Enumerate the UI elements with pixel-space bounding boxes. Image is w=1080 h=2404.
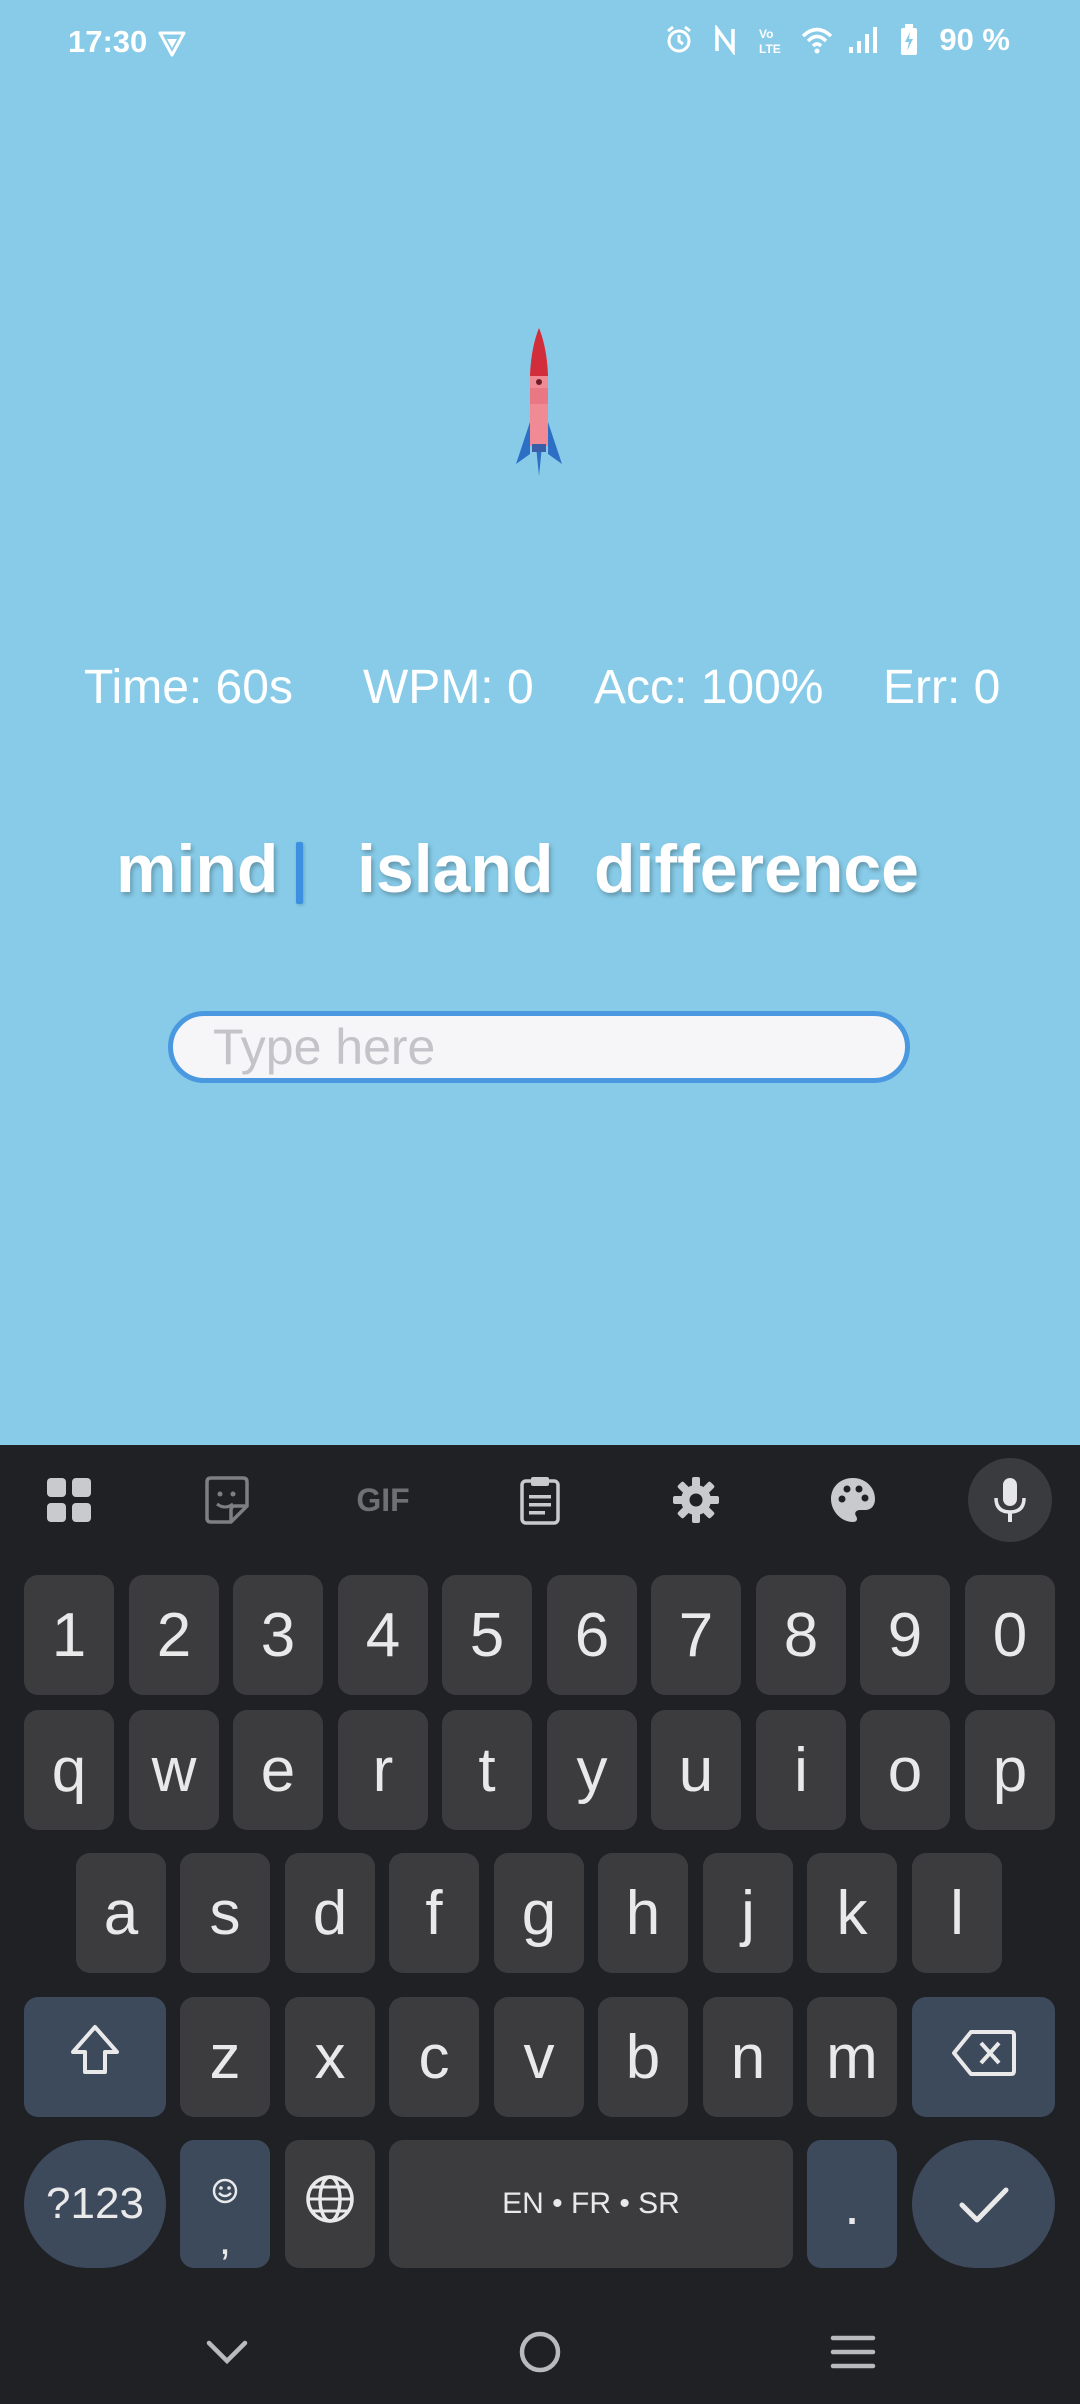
comma-label: , (218, 2214, 232, 2264)
backspace-key[interactable] (912, 1997, 1055, 2117)
key-h[interactable]: h (598, 1853, 688, 1973)
stats-bar: Time: 60s WPM: 0 Acc: 100% Err: 0 (0, 660, 1080, 720)
space-bar[interactable]: EN • FR • SR (389, 2140, 793, 2268)
next-word: island (357, 831, 554, 907)
sticker-icon[interactable] (192, 1465, 262, 1535)
key-p[interactable]: p (965, 1710, 1055, 1830)
key-0[interactable]: 0 (965, 1575, 1055, 1695)
svg-text:Vo: Vo (759, 27, 773, 41)
key-5[interactable]: 5 (442, 1575, 532, 1695)
key-9[interactable]: 9 (860, 1575, 950, 1695)
wpm-stat: WPM: 0 (363, 661, 534, 714)
key-x[interactable]: x (285, 1997, 375, 2117)
shift-arrow-icon (67, 2022, 123, 2093)
key-y[interactable]: y (547, 1710, 637, 1830)
home-circle-icon[interactable] (510, 2322, 570, 2382)
language-key[interactable] (285, 2140, 375, 2268)
key-g[interactable]: g (494, 1853, 584, 1973)
rocket-image (514, 326, 564, 486)
backspace-icon (951, 2022, 1017, 2093)
typing-input[interactable] (168, 1011, 910, 1083)
key-4[interactable]: 4 (338, 1575, 428, 1695)
alarm-icon (663, 23, 695, 57)
key-e[interactable]: e (233, 1710, 323, 1830)
vpn-shield-icon (157, 28, 187, 58)
target-words: mind island difference (0, 830, 1080, 910)
key-1[interactable]: 1 (24, 1575, 114, 1695)
key-t[interactable]: t (442, 1710, 532, 1830)
svg-text:LTE: LTE (759, 42, 781, 55)
nfc-icon (709, 23, 741, 57)
keyboard-toolbar: GIF (0, 1445, 1080, 1555)
enter-key[interactable] (912, 2140, 1055, 2268)
upcoming-word: difference (594, 831, 919, 907)
battery-charging-icon (893, 23, 925, 57)
key-r[interactable]: r (338, 1710, 428, 1830)
typing-game-screen: 17:30 Vo LTE 90 % Time: 60s WPM: 0 Acc: … (0, 0, 1080, 1445)
gif-label: GIF (356, 1481, 410, 1518)
current-word: mind (116, 831, 279, 907)
signal-icon (847, 23, 879, 57)
key-s[interactable]: s (180, 1853, 270, 1973)
apps-grid-icon[interactable] (34, 1465, 104, 1535)
key-c[interactable]: c (389, 1997, 479, 2117)
key-8[interactable]: 8 (756, 1575, 846, 1695)
gif-icon[interactable]: GIF (348, 1465, 418, 1535)
key-k[interactable]: k (807, 1853, 897, 1973)
status-bar: 17:30 Vo LTE 90 % (0, 0, 1080, 90)
key-z[interactable]: z (180, 1997, 270, 2117)
key-u[interactable]: u (651, 1710, 741, 1830)
key-v[interactable]: v (494, 1997, 584, 2117)
time-stat: Time: 60s (84, 661, 293, 714)
key-b[interactable]: b (598, 1997, 688, 2117)
key-f[interactable]: f (389, 1853, 479, 1973)
typing-cursor (296, 842, 303, 904)
mic-icon[interactable] (968, 1458, 1052, 1542)
accuracy-stat: Acc: 100% (594, 661, 824, 714)
on-screen-keyboard: GIF 1 2 3 4 5 6 7 8 9 0 q w e r t y u i … (0, 1445, 1080, 2404)
key-q[interactable]: q (24, 1710, 114, 1830)
key-d[interactable]: d (285, 1853, 375, 1973)
key-j[interactable]: j (703, 1853, 793, 1973)
key-m[interactable]: m (807, 1997, 897, 2117)
clipboard-icon[interactable] (505, 1465, 575, 1535)
settings-gear-icon[interactable] (661, 1465, 731, 1535)
period-key[interactable]: . (807, 2140, 897, 2268)
key-l[interactable]: l (912, 1853, 1002, 1973)
key-w[interactable]: w (129, 1710, 219, 1830)
palette-icon[interactable] (818, 1465, 888, 1535)
emoji-comma-key[interactable]: , (180, 2140, 270, 2268)
emoji-smile-icon (211, 2149, 239, 2220)
key-3[interactable]: 3 (233, 1575, 323, 1695)
wifi-icon (801, 23, 833, 57)
battery-percentage: 90 % (939, 22, 1010, 57)
globe-icon (304, 2169, 356, 2240)
status-time: 17:30 (68, 24, 148, 59)
key-7[interactable]: 7 (651, 1575, 741, 1695)
key-6[interactable]: 6 (547, 1575, 637, 1695)
volte-icon: Vo LTE (755, 23, 787, 57)
key-o[interactable]: o (860, 1710, 950, 1830)
key-n[interactable]: n (703, 1997, 793, 2117)
navigation-bar (0, 2300, 1080, 2404)
key-i[interactable]: i (756, 1710, 846, 1830)
checkmark-icon (958, 2169, 1010, 2240)
recents-menu-icon[interactable] (823, 2322, 883, 2382)
status-icons: Vo LTE 90 % (663, 22, 1010, 58)
back-chevron-icon[interactable] (197, 2322, 257, 2382)
shift-key[interactable] (24, 1997, 166, 2117)
key-a[interactable]: a (76, 1853, 166, 1973)
symbols-key[interactable]: ?123 (24, 2140, 166, 2268)
error-stat: Err: 0 (883, 661, 1001, 714)
key-2[interactable]: 2 (129, 1575, 219, 1695)
